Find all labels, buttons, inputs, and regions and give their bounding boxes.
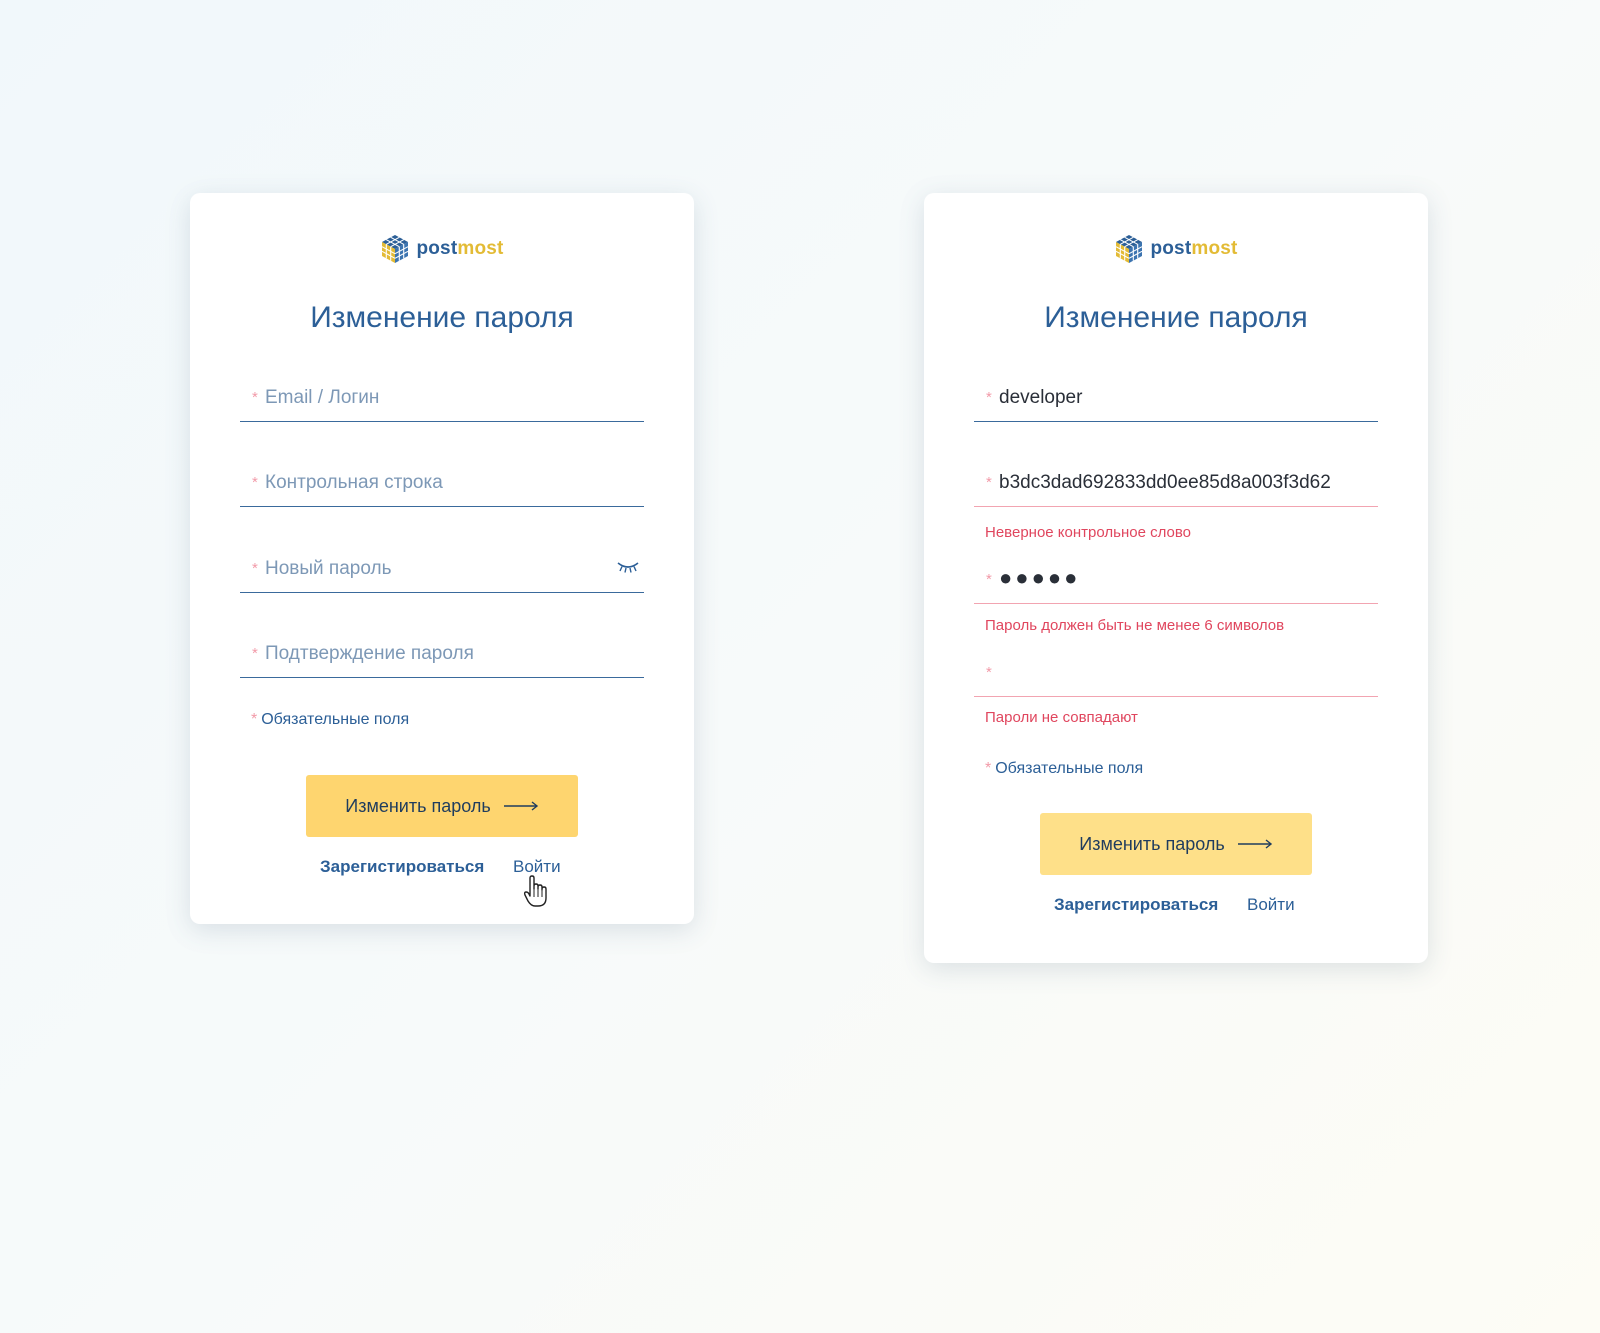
required-star: *	[985, 760, 992, 777]
change-password-button-label: Изменить пароль	[1079, 833, 1225, 854]
control-string-value: b3dc3dad692833dd0ee85d8a003f3d62	[999, 472, 1331, 493]
required-star: *	[252, 389, 258, 406]
new-password-field[interactable]: * Новый пароль	[240, 544, 644, 593]
auth-links: Зарегистироваться Войти	[190, 857, 694, 881]
change-password-button[interactable]: Изменить пароль	[1040, 813, 1312, 875]
required-star: *	[986, 571, 992, 588]
required-star: *	[251, 711, 258, 728]
required-star: *	[252, 560, 258, 577]
confirm-password-field[interactable]: * Подтверждение пароля	[240, 629, 644, 678]
required-fields-note: * Обязательные поля	[251, 711, 409, 729]
email-login-field[interactable]: * Email / Логин	[240, 373, 644, 422]
arrow-right-icon	[1237, 839, 1272, 849]
brand-name: postmost	[1150, 238, 1237, 260]
brand-name-part1: post	[416, 238, 458, 259]
eye-closed-icon[interactable]	[616, 560, 640, 574]
arrow-right-icon	[503, 801, 538, 811]
email-login-placeholder: Email / Логин	[265, 387, 380, 408]
brand-name-part2: most	[1191, 238, 1238, 259]
new-password-error: Пароль должен быть не менее 6 символов	[985, 617, 1285, 634]
required-fields-label: Обязательные поля	[995, 760, 1144, 777]
brand-name: postmost	[416, 238, 503, 260]
control-string-error: Неверное контрольное слово	[985, 524, 1191, 541]
required-star: *	[986, 664, 992, 681]
change-password-button[interactable]: Изменить пароль	[306, 775, 578, 837]
required-star: *	[986, 474, 992, 491]
required-fields-note: * Обязательные поля	[985, 760, 1143, 778]
required-fields-label: Обязательные поля	[261, 711, 410, 728]
change-password-button-label: Изменить пароль	[345, 795, 491, 816]
email-login-field[interactable]: * developer	[974, 373, 1378, 422]
confirm-password-placeholder: Подтверждение пароля	[265, 643, 474, 664]
password-change-card-default: postmost Изменение пароля * Email / Логи…	[190, 193, 694, 924]
page-title: Изменение пароля	[1044, 301, 1308, 334]
login-link[interactable]: Войти	[1247, 895, 1295, 915]
hand-pointer-icon	[523, 875, 547, 907]
page-title: Изменение пароля	[310, 301, 574, 334]
required-star: *	[986, 389, 992, 406]
register-link[interactable]: Зарегистироваться	[320, 857, 484, 877]
required-star: *	[252, 645, 258, 662]
brand-name-part2: most	[457, 238, 504, 259]
password-change-card-errors: postmost Изменение пароля * developer * …	[924, 193, 1428, 963]
required-star: *	[252, 474, 258, 491]
control-string-field[interactable]: * Контрольная строка	[240, 458, 644, 507]
brand-logo: postmost	[190, 232, 694, 266]
brand-logo: postmost	[924, 232, 1428, 266]
confirm-password-error: Пароли не совпадают	[985, 709, 1138, 726]
control-string-field[interactable]: * b3dc3dad692833dd0ee85d8a003f3d62	[974, 458, 1378, 507]
email-login-value: developer	[999, 387, 1083, 408]
login-link[interactable]: Войти	[513, 857, 561, 877]
confirm-password-field[interactable]: *	[974, 648, 1378, 697]
control-string-placeholder: Контрольная строка	[265, 472, 443, 493]
new-password-masked-value: ●●●●●	[999, 565, 1081, 590]
new-password-field[interactable]: * ●●●●●	[974, 555, 1378, 604]
auth-links: Зарегистироваться Войти	[924, 895, 1428, 919]
cube-logo-icon	[1116, 235, 1143, 263]
cube-logo-icon	[382, 235, 409, 263]
register-link[interactable]: Зарегистироваться	[1054, 895, 1218, 915]
new-password-placeholder: Новый пароль	[265, 558, 392, 579]
brand-name-part1: post	[1150, 238, 1192, 259]
